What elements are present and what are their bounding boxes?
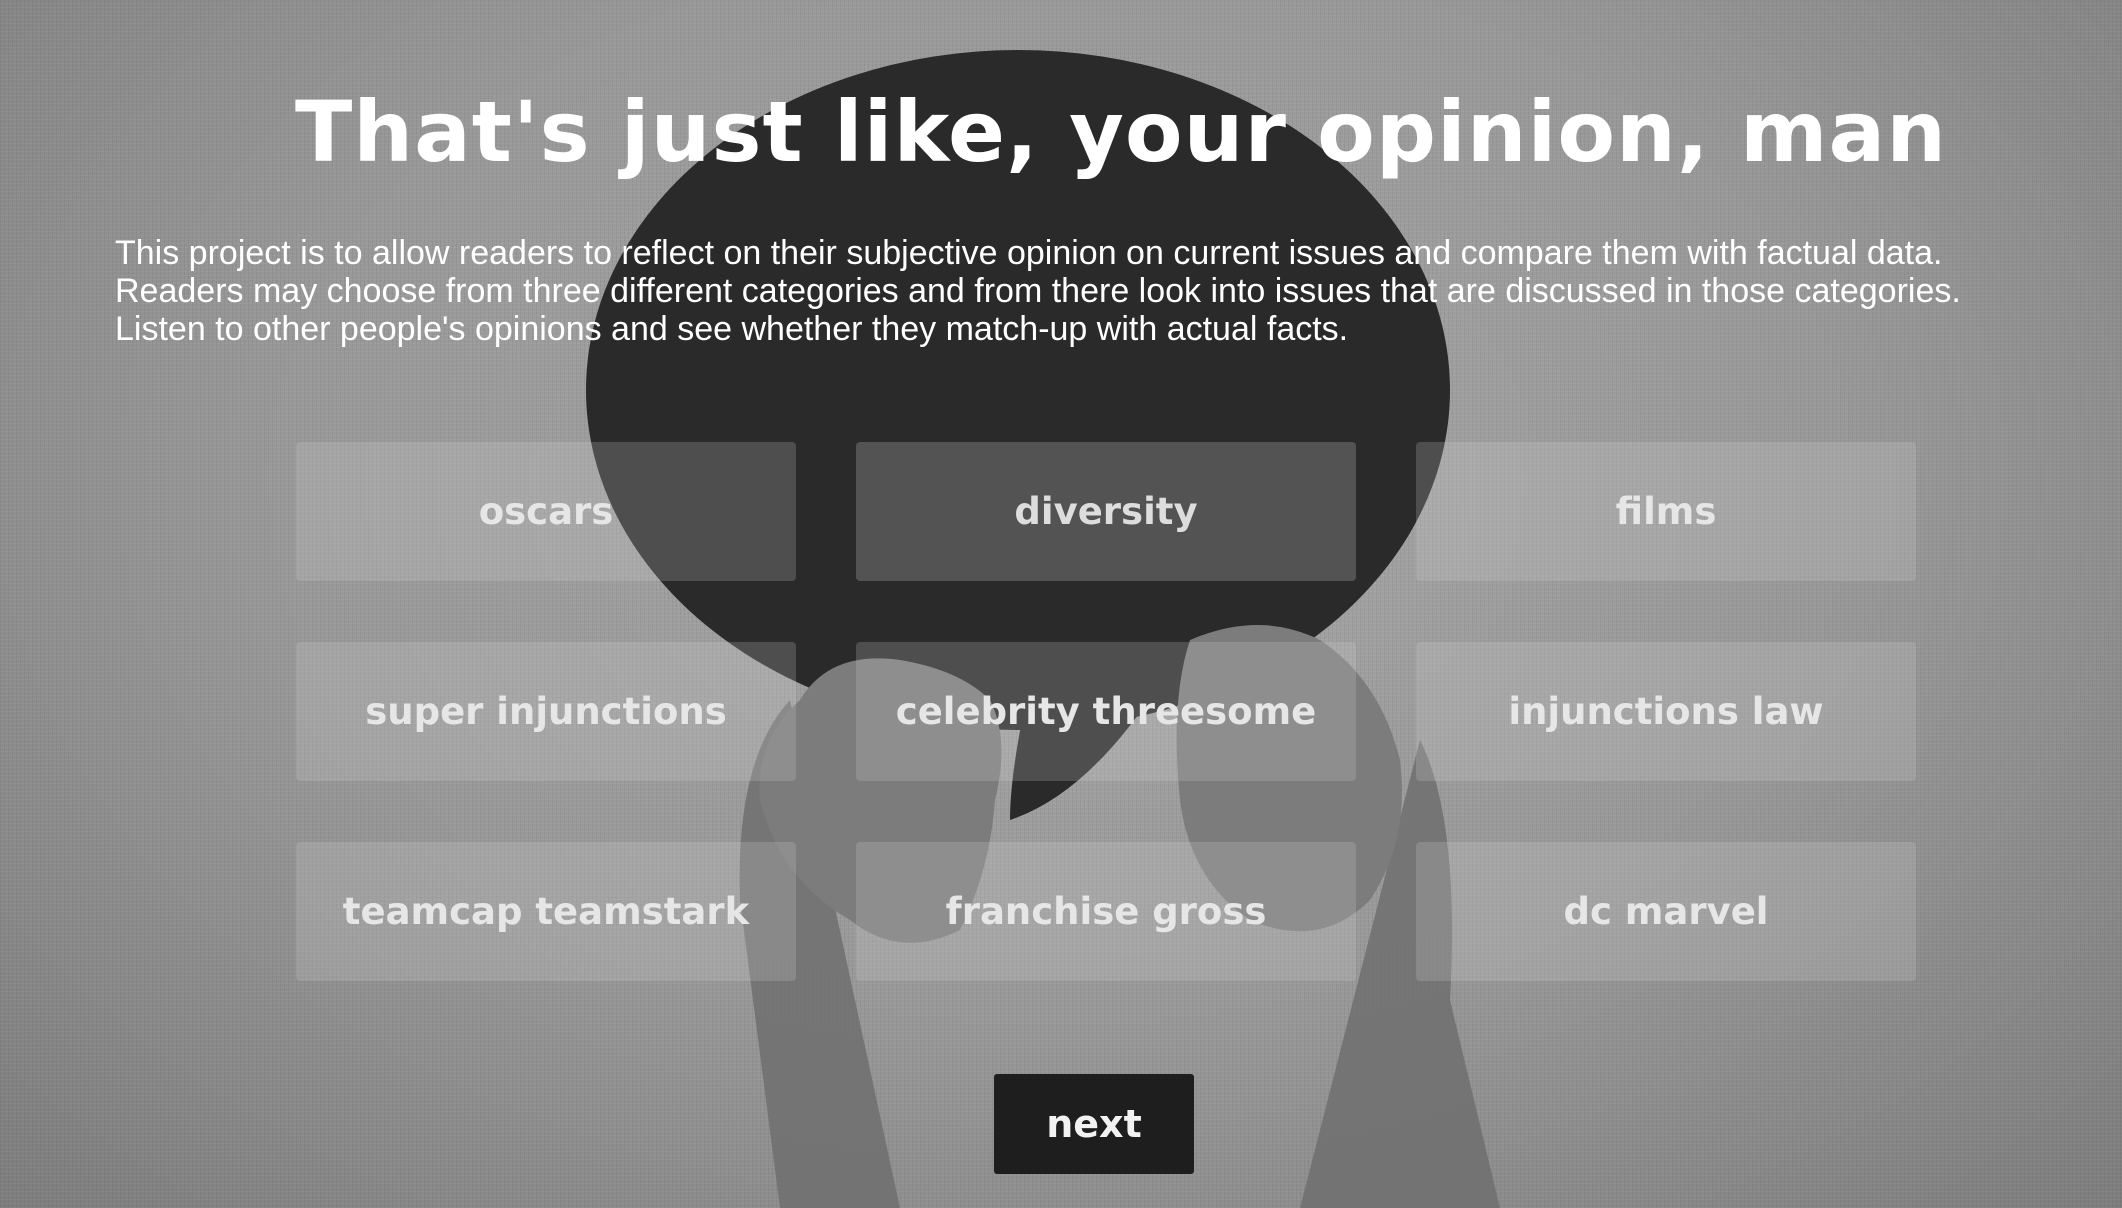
project-description: This project is to allow readers to refl… (115, 234, 1961, 348)
category-button-films[interactable]: films (1416, 442, 1916, 581)
next-button[interactable]: next (994, 1074, 1194, 1174)
category-button-super-injunctions[interactable]: super injunctions (296, 642, 796, 781)
category-button-franchise-gross[interactable]: franchise gross (856, 842, 1356, 981)
category-button-oscars[interactable]: oscars (296, 442, 796, 581)
page-title: That's just like, your opinion, man (294, 83, 1948, 181)
category-button-celebrity-threesome[interactable]: celebrity threesome (856, 642, 1356, 781)
category-button-teamcap-teamstark[interactable]: teamcap teamstark (296, 842, 796, 981)
category-grid: oscars diversity films super injunctions… (296, 442, 1916, 981)
category-button-injunctions-law[interactable]: injunctions law (1416, 642, 1916, 781)
category-button-dc-marvel[interactable]: dc marvel (1416, 842, 1916, 981)
category-button-diversity[interactable]: diversity (856, 442, 1356, 581)
